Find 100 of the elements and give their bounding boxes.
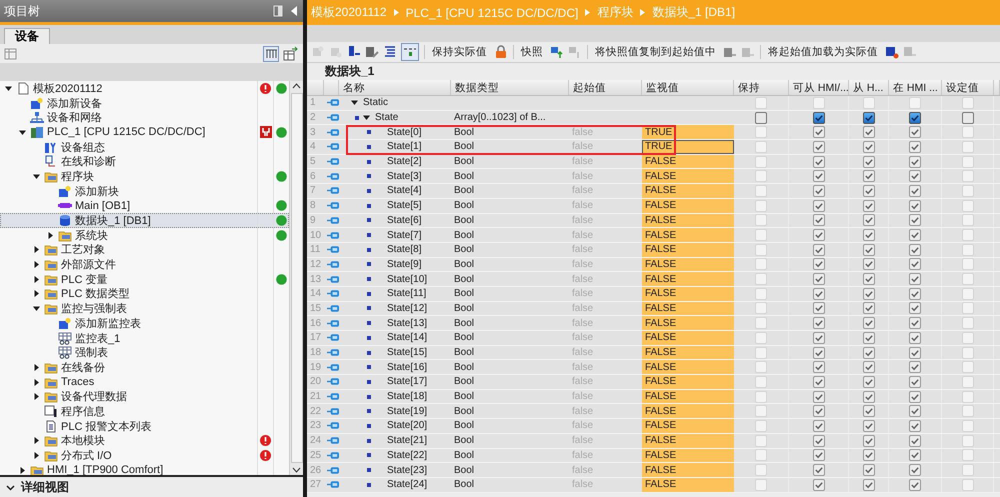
variable-name[interactable]: State[21] <box>387 435 428 446</box>
monitor-value-cell[interactable]: FALSE <box>642 360 734 374</box>
table-row[interactable]: 25 State[22] Bool false FALSE <box>307 448 1000 464</box>
list-icon[interactable] <box>383 45 397 59</box>
variable-name[interactable]: State[11] <box>387 288 426 300</box>
table-row[interactable]: 6 State[3] Bool false FALSE <box>307 169 1000 184</box>
monitor-value-cell[interactable]: FALSE <box>642 184 734 198</box>
table-row[interactable]: 24 State[21] Bool false FALSE <box>307 434 1000 448</box>
table-export-icon[interactable] <box>283 46 299 62</box>
column-header[interactable]: 从 H... <box>849 80 889 95</box>
column-header[interactable]: 数据类型 <box>451 80 569 95</box>
monitor-value-cell[interactable]: TRUE <box>642 125 734 140</box>
variable-name[interactable]: State[19] <box>387 406 428 417</box>
tree-item[interactable]: 模板20201112 <box>33 81 102 96</box>
expand-toggle-icon[interactable] <box>33 276 40 283</box>
table-row[interactable]: 22 State[19] Bool false FALSE <box>307 404 1000 420</box>
variable-name[interactable]: State[1] <box>387 141 422 152</box>
monitor-value-cell[interactable]: FALSE <box>642 346 734 360</box>
table-row[interactable]: 5 State[2] Bool false FALSE <box>307 154 1000 170</box>
tree-item[interactable]: 程序块 <box>61 168 94 184</box>
variable-name[interactable]: State[12] <box>387 302 428 314</box>
variable-name[interactable]: State[5] <box>387 200 422 212</box>
toolbar-button[interactable]: 将起始值加载为实际值 <box>766 45 880 59</box>
table-row[interactable]: 27 State[24] Bool false FALSE <box>307 478 1000 493</box>
table-row[interactable]: 17 State[14] Bool false FALSE <box>307 331 1000 346</box>
table-row[interactable]: 3 State[0] Bool false TRUE <box>307 125 1000 140</box>
table-row[interactable]: 11 State[8] Bool false FALSE <box>307 242 1000 258</box>
checkbox[interactable] <box>755 112 767 124</box>
variable-name[interactable]: State[13] <box>387 318 428 329</box>
tree-item[interactable]: 分布式 I/O <box>61 448 112 464</box>
tab[interactable]: 设备 <box>4 28 50 44</box>
variable-name[interactable]: State <box>375 112 398 124</box>
expand-toggle-icon[interactable] <box>5 84 12 92</box>
variable-name[interactable]: State[3] <box>387 170 422 182</box>
variable-name[interactable]: State[2] <box>387 156 422 168</box>
monitor-value-cell[interactable]: TRUE <box>642 140 734 154</box>
table-row[interactable]: 20 State[17] Bool false FALSE <box>307 375 1000 390</box>
tree-item[interactable]: PLC 变量 <box>61 272 108 287</box>
monitor-value-cell[interactable]: FALSE <box>642 154 734 168</box>
column-header[interactable]: 可从 HMI/... <box>789 80 849 95</box>
overview-icon[interactable] <box>263 46 279 62</box>
checkbox[interactable] <box>812 112 824 124</box>
column-header[interactable]: 监视值 <box>642 80 734 95</box>
tree-item[interactable]: 外部源文件 <box>61 257 116 272</box>
collapse-icon[interactable] <box>289 5 299 17</box>
detail-view-bar[interactable]: 详细视图 <box>0 475 303 497</box>
monitor-value-cell[interactable]: FALSE <box>642 404 734 418</box>
checkbox[interactable] <box>962 112 974 124</box>
table-row[interactable]: 8 State[5] Bool false FALSE <box>307 198 1000 214</box>
tree-item[interactable]: 设备代理数据 <box>61 389 127 404</box>
tree-item[interactable]: 在线和诊断 <box>61 154 116 170</box>
expand-toggle-icon[interactable] <box>33 378 40 386</box>
table-row[interactable]: 10 State[7] Bool false FALSE <box>307 228 1000 243</box>
expand-toggle-icon[interactable] <box>33 452 40 460</box>
variable-name[interactable]: State[9] <box>387 258 422 270</box>
expand-toggle-icon[interactable] <box>33 261 40 268</box>
monitor-value-cell[interactable]: FALSE <box>642 214 734 228</box>
monitor-value-cell[interactable]: FALSE <box>642 463 734 477</box>
monitor-value-cell[interactable]: FALSE <box>642 419 734 433</box>
monitor-toggle-icon[interactable] <box>401 43 419 61</box>
tree-item[interactable]: 添加新监控表 <box>75 316 141 331</box>
scroll-up-icon[interactable] <box>292 81 301 91</box>
column-header[interactable]: 保持 <box>734 80 789 95</box>
expand-toggle-icon[interactable] <box>33 290 40 298</box>
column-header[interactable]: 设定值 <box>942 80 994 95</box>
monitor-value-cell[interactable]: FALSE <box>642 198 734 212</box>
column-header[interactable]: 名称 <box>339 80 451 95</box>
table-row[interactable]: 7 State[4] Bool false FALSE <box>307 184 1000 199</box>
tree-item[interactable]: 强制表 <box>75 345 108 360</box>
variable-name[interactable]: State[22] <box>387 450 428 461</box>
tree-item[interactable]: 设备组态 <box>61 140 105 155</box>
tree-item[interactable]: 设备和网络 <box>47 110 102 126</box>
column-header[interactable]: 起始值 <box>569 80 642 95</box>
monitor-value-cell[interactable]: FALSE <box>642 272 734 286</box>
tree-item[interactable]: 数据块_1 [DB1] <box>0 213 289 228</box>
tree-item[interactable]: Traces <box>61 376 94 388</box>
table-row[interactable]: 21 State[18] Bool false FALSE <box>307 390 1000 404</box>
copy-icon[interactable] <box>723 45 737 59</box>
expand-toggle-icon[interactable] <box>19 466 26 474</box>
monitor-value-cell[interactable]: FALSE <box>642 169 734 184</box>
tree-item[interactable]: 添加新块 <box>75 184 119 199</box>
monitor-value-cell[interactable]: FALSE <box>642 228 734 242</box>
tree-item[interactable]: 添加新设备 <box>47 96 102 111</box>
table-row[interactable]: 13 State[10] Bool false FALSE <box>307 272 1000 287</box>
tree-item[interactable]: PLC 数据类型 <box>61 286 130 302</box>
expand-toggle-icon[interactable] <box>33 364 40 371</box>
monitor-value-cell[interactable]: FALSE <box>642 302 734 316</box>
download-icon[interactable] <box>885 45 899 59</box>
expand-toggle-icon[interactable] <box>363 114 370 122</box>
table-row[interactable]: 26 State[23] Bool false FALSE <box>307 463 1000 478</box>
pin-icon[interactable] <box>273 5 283 17</box>
expand-toggle-icon[interactable] <box>33 305 40 312</box>
table-row[interactable]: 16 State[13] Bool false FALSE <box>307 316 1000 331</box>
variable-name[interactable]: State[0] <box>387 126 422 138</box>
table-row[interactable]: 15 State[12] Bool false FALSE <box>307 302 1000 316</box>
tree-item[interactable]: 程序信息 <box>61 404 105 419</box>
expand-toggle-icon[interactable] <box>47 232 54 239</box>
block-tag-icon[interactable] <box>347 45 361 59</box>
variable-name[interactable]: State[18] <box>387 391 428 402</box>
table-row[interactable]: 9 State[6] Bool false FALSE <box>307 214 1000 228</box>
